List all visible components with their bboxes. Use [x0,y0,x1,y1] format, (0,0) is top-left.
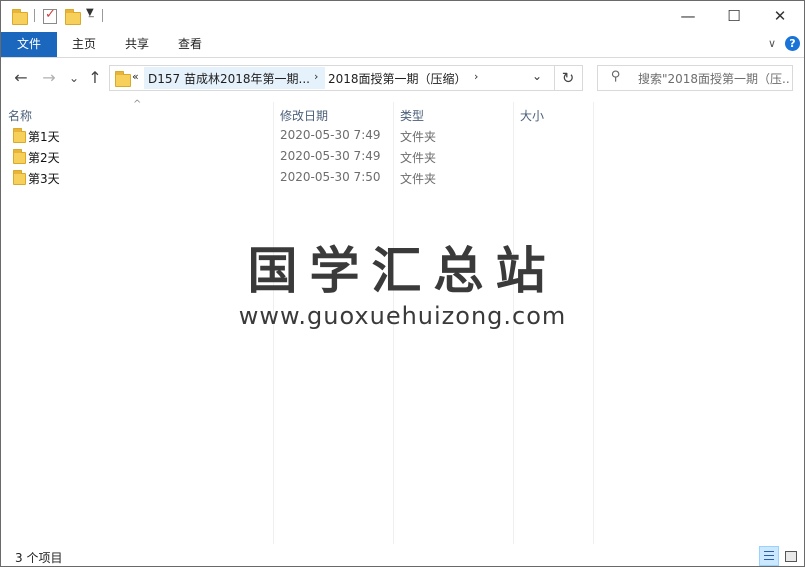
item-count: 3 个项目 [15,551,63,565]
maximize-button[interactable]: ☐ [711,1,757,32]
folder-icon [13,170,26,185]
folder-icon [13,128,26,143]
file-type: 文件夹 [400,151,437,165]
new-folder-icon[interactable] [65,9,81,25]
status-bar: 3 个项目 [1,544,804,566]
file-name: 第3天 [28,172,60,186]
toolbar-separator [34,9,35,22]
up-button[interactable]: ↑ [85,68,105,88]
minimize-button[interactable]: — [665,1,711,32]
search-icon: ⚲ [611,69,621,84]
title-bar: ▼̲ — ☐ ✕ [1,1,804,32]
search-box[interactable]: ⚲ 搜索"2018面授第一期（压... [597,65,793,91]
folder-icon [115,71,131,87]
toolbar-separator [102,9,103,22]
sort-ascending-icon: ^ [133,99,142,110]
address-dropdown-icon[interactable]: ⌄ [532,69,542,83]
column-header-name[interactable]: 名称 [8,107,32,124]
help-icon[interactable]: ? [785,36,800,51]
file-row[interactable]: 第2天 2020-05-30 7:49 文件夹 [1,146,594,167]
watermark-title: 国学汇总站 [247,242,558,300]
tab-view[interactable]: 查看 [165,32,215,57]
breadcrumb-overflow[interactable]: « [132,70,139,83]
file-name: 第1天 [28,130,60,144]
large-icons-view-icon[interactable] [780,546,800,566]
properties-icon[interactable] [43,7,57,24]
close-button[interactable]: ✕ [757,1,803,32]
tab-file[interactable]: 文件 [1,32,57,57]
details-view-icon[interactable] [759,546,779,566]
recent-locations-chevron-icon[interactable]: ⌄ [64,68,84,88]
watermark-url: www.guoxuehuizong.com [238,302,567,330]
ribbon-expand-chevron-icon[interactable]: ∨ [768,37,776,50]
address-bar[interactable]: « D157 苗成林2018年第一期... › 2018面授第一期（压缩） › … [109,65,555,91]
file-row[interactable]: 第3天 2020-05-30 7:50 文件夹 [1,167,594,188]
file-date: 2020-05-30 7:49 [280,149,381,163]
forward-button[interactable]: → [39,68,59,88]
file-type: 文件夹 [400,130,437,144]
refresh-button[interactable]: ↻ [554,65,583,91]
tab-share[interactable]: 共享 [112,32,162,57]
navigation-bar: ← → ⌄ ↑ « D157 苗成林2018年第一期... › 2018面授第一… [1,58,804,98]
search-placeholder: 搜索"2018面授第一期（压... [638,72,790,86]
quick-access-dropdown-icon[interactable]: ▼̲ [86,7,94,18]
explorer-window: ▼̲ — ☐ ✕ 文件 主页 共享 查看 ∨ ? ← → ⌄ ↑ « D157 … [0,0,805,567]
back-button[interactable]: ← [11,68,31,88]
folder-icon [12,9,28,25]
breadcrumb-chevron-icon[interactable]: › [314,70,318,83]
breadcrumb-chevron-icon[interactable]: › [474,70,478,83]
file-row[interactable]: 第1天 2020-05-30 7:49 文件夹 [1,125,594,146]
column-header-type[interactable]: 类型 [400,107,424,124]
tab-home[interactable]: 主页 [59,32,109,57]
file-type: 文件夹 [400,172,437,186]
breadcrumb-item[interactable]: D157 苗成林2018年第一期... [148,70,310,87]
folder-icon [13,149,26,164]
ribbon-tabs: 文件 主页 共享 查看 ∨ ? [1,32,804,58]
file-date: 2020-05-30 7:50 [280,170,381,184]
column-header-date[interactable]: 修改日期 [280,107,328,124]
column-headers: ^ 名称 修改日期 类型 大小 [1,99,804,125]
file-date: 2020-05-30 7:49 [280,128,381,142]
file-name: 第2天 [28,151,60,165]
column-header-size[interactable]: 大小 [520,107,544,124]
breadcrumb-item[interactable]: 2018面授第一期（压缩） [328,70,467,87]
